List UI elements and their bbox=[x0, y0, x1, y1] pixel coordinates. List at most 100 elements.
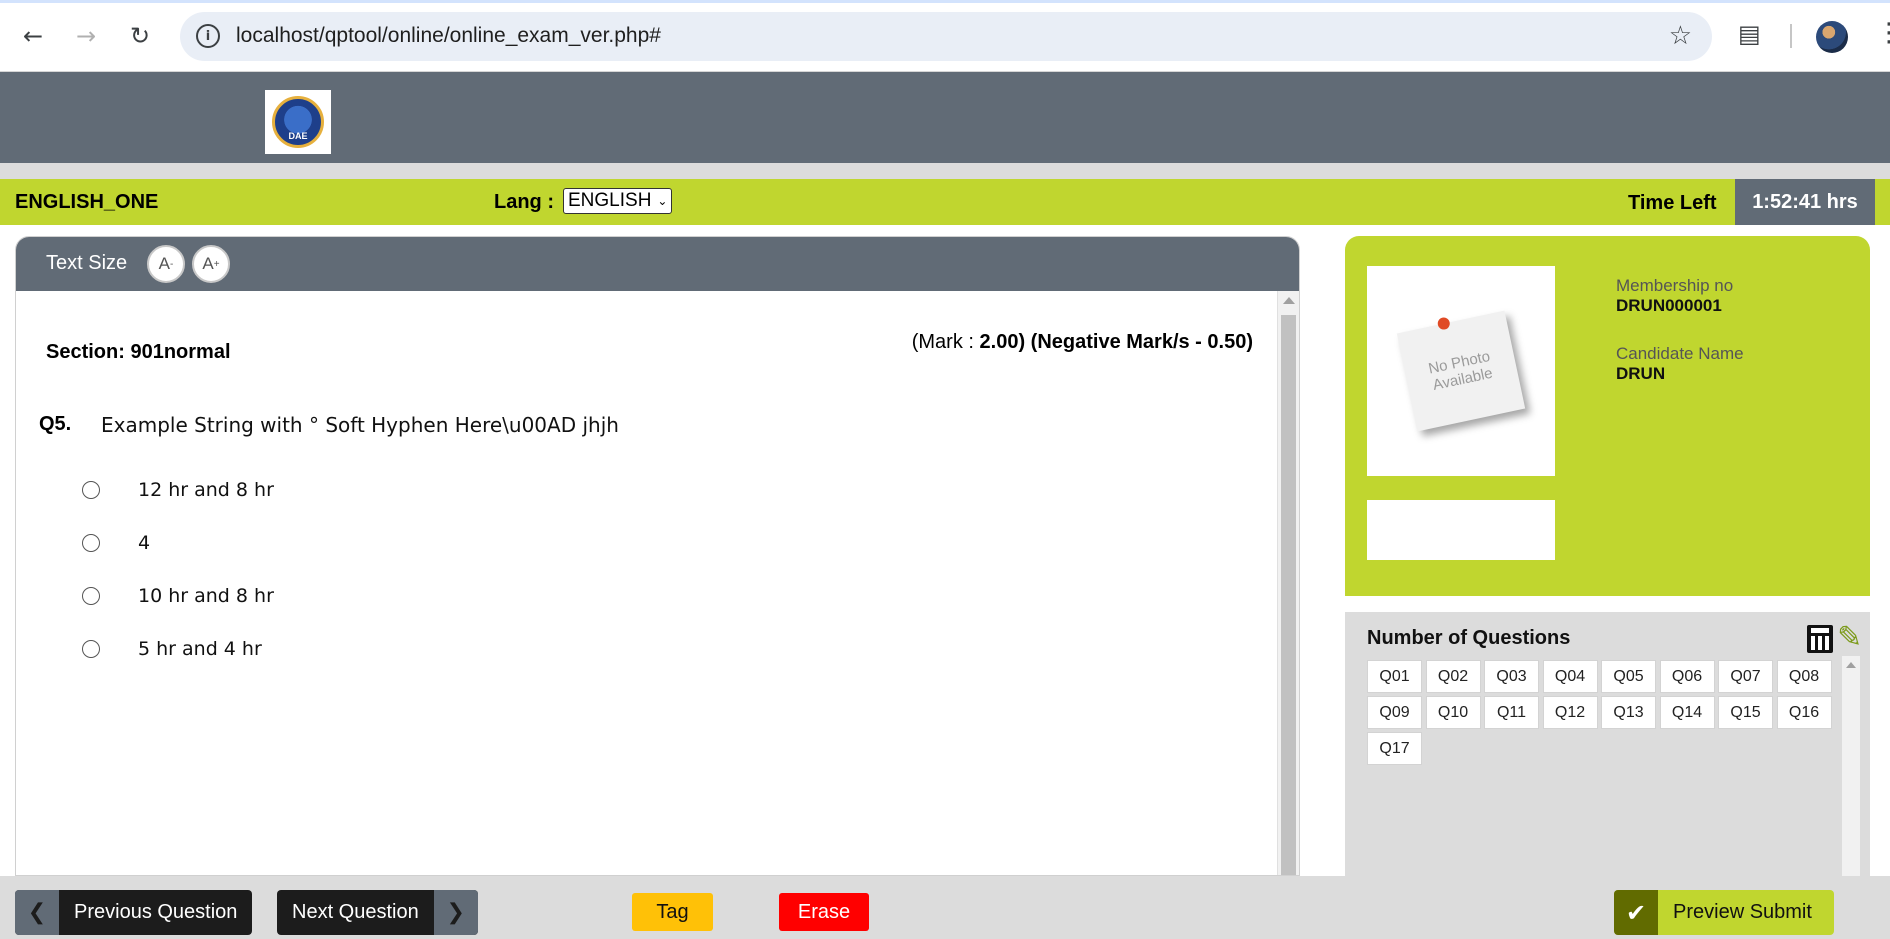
palette-title: Number of Questions bbox=[1367, 627, 1571, 649]
logo-text: DAE bbox=[288, 131, 308, 141]
candidate-panel: No Photo Available Membership no DRUN000… bbox=[1345, 236, 1870, 596]
candidate-name-label: Candidate Name bbox=[1616, 344, 1744, 363]
pencil-icon[interactable]: ✎ bbox=[1837, 620, 1862, 655]
lang-label: Lang : bbox=[494, 191, 554, 213]
question-button[interactable]: Q13 bbox=[1601, 696, 1656, 729]
membership-value: DRUN000001 bbox=[1616, 296, 1722, 315]
url-text[interactable]: localhost/qptool/online/online_exam_ver.… bbox=[236, 24, 661, 48]
previous-question-label: Previous Question bbox=[74, 901, 238, 923]
decrease-text-size-button[interactable]: A- bbox=[147, 245, 185, 283]
question-button[interactable]: Q17 bbox=[1367, 732, 1422, 765]
chevron-down-icon: ⌄ bbox=[657, 194, 668, 208]
no-photo-placeholder: No Photo Available bbox=[1396, 310, 1526, 432]
chevron-right-icon: ❯ bbox=[433, 890, 478, 935]
mark-prefix: (Mark : bbox=[911, 331, 980, 353]
question-button[interactable]: Q10 bbox=[1425, 696, 1481, 729]
question-button[interactable]: Q06 bbox=[1659, 660, 1715, 693]
candidate-photo: No Photo Available bbox=[1367, 266, 1555, 476]
time-left-value: 1:52:41 hrs bbox=[1735, 179, 1875, 225]
question-button[interactable]: Q12 bbox=[1542, 696, 1598, 729]
question-grid: Q01 Q02 Q03 Q04 Q05 Q06 Q07 Q08 Q09 Q10 … bbox=[1367, 660, 1837, 765]
increase-text-size-sign: + bbox=[213, 258, 220, 270]
calculator-icon[interactable] bbox=[1807, 625, 1833, 653]
more-menu-icon[interactable]: ⋮ bbox=[1876, 18, 1890, 48]
mark-value: 2.00) bbox=[979, 331, 1026, 353]
option-2[interactable]: 4 bbox=[82, 528, 150, 558]
question-body: Section: 901normal (Mark : 2.00) (Negati… bbox=[16, 291, 1278, 875]
question-button[interactable]: Q03 bbox=[1484, 660, 1539, 693]
increase-text-size-label: A bbox=[202, 254, 214, 273]
profile-avatar[interactable] bbox=[1816, 21, 1848, 53]
question-palette: Number of Questions ✎ Q01 Q02 Q03 Q04 Q0… bbox=[1345, 612, 1870, 876]
increase-text-size-button[interactable]: A + bbox=[192, 245, 230, 283]
question-panel: Text Size A- A + Section: 901normal (Mark… bbox=[15, 236, 1300, 876]
option-radio[interactable] bbox=[82, 640, 100, 658]
question-button[interactable]: Q01 bbox=[1367, 660, 1422, 693]
no-photo-text: No Photo Available bbox=[1426, 347, 1495, 394]
question-button[interactable]: Q16 bbox=[1776, 696, 1832, 729]
chevron-left-icon: ❮ bbox=[15, 890, 59, 935]
membership-label: Membership no bbox=[1616, 276, 1734, 295]
decrease-text-size-label: A bbox=[158, 254, 170, 273]
reload-icon[interactable]: ↻ bbox=[122, 18, 158, 54]
section-label: Section: 901normal bbox=[46, 341, 231, 363]
question-number: Q5. bbox=[39, 413, 72, 435]
preview-submit-label: Preview Submit bbox=[1673, 901, 1812, 923]
question-button[interactable]: Q05 bbox=[1601, 660, 1656, 693]
question-button[interactable]: Q14 bbox=[1659, 696, 1715, 729]
scroll-up-icon[interactable] bbox=[1283, 297, 1295, 304]
erase-button[interactable]: Erase bbox=[779, 893, 869, 931]
tab-strip-edge bbox=[0, 0, 1890, 3]
info-icon[interactable]: i bbox=[196, 24, 220, 48]
extensions-icon[interactable]: ▤ bbox=[1738, 20, 1766, 48]
text-size-label: Text Size bbox=[46, 252, 128, 274]
question-button[interactable]: Q07 bbox=[1718, 660, 1773, 693]
question-button[interactable]: Q04 bbox=[1542, 660, 1598, 693]
bottom-action-bar: ❮ Previous Question Next Question ❯ Tag … bbox=[0, 876, 1890, 939]
option-1[interactable]: 12 hr and 8 hr bbox=[82, 475, 274, 505]
tag-button[interactable]: Tag bbox=[632, 893, 713, 931]
header-divider bbox=[0, 163, 1890, 179]
star-icon[interactable]: ☆ bbox=[1669, 21, 1692, 51]
question-text: Example String with ° Soft Hyphen Here\u… bbox=[101, 413, 619, 437]
question-button[interactable]: Q02 bbox=[1425, 660, 1481, 693]
forward-icon[interactable]: → bbox=[68, 18, 104, 54]
question-button[interactable]: Q15 bbox=[1718, 696, 1773, 729]
site-header: DAE bbox=[0, 72, 1890, 163]
back-icon[interactable]: ← bbox=[15, 18, 51, 54]
exam-name: ENGLISH_ONE bbox=[15, 191, 159, 213]
question-scrollbar[interactable] bbox=[1277, 291, 1299, 875]
toolbar-separator bbox=[1790, 24, 1792, 48]
time-left-label: Time Left bbox=[1628, 192, 1717, 214]
question-button[interactable]: Q09 bbox=[1367, 696, 1422, 729]
option-text: 4 bbox=[138, 532, 151, 554]
dae-logo: DAE bbox=[265, 90, 331, 154]
negative-mark: (Negative Mark/s - 0.50) bbox=[1030, 331, 1253, 353]
question-button[interactable]: Q11 bbox=[1484, 696, 1539, 729]
option-text: 10 hr and 8 hr bbox=[138, 585, 274, 607]
palette-scrollbar[interactable] bbox=[1842, 656, 1860, 876]
candidate-signature bbox=[1367, 500, 1555, 560]
language-selected-value: ENGLISH bbox=[568, 190, 652, 211]
question-button[interactable]: Q08 bbox=[1776, 660, 1832, 693]
option-4[interactable]: 5 hr and 4 hr bbox=[82, 634, 262, 664]
language-select[interactable]: ENGLISH ⌄ bbox=[563, 188, 673, 214]
option-radio[interactable] bbox=[82, 481, 100, 499]
previous-question-button[interactable]: ❮ Previous Question bbox=[15, 890, 253, 935]
address-bar[interactable]: i localhost/qptool/online/online_exam_ve… bbox=[180, 12, 1712, 61]
option-radio[interactable] bbox=[82, 534, 100, 552]
question-panel-header: Text Size A- A + bbox=[16, 237, 1299, 291]
option-3[interactable]: 10 hr and 8 hr bbox=[82, 581, 274, 611]
preview-submit-button[interactable]: ✔ Preview Submit bbox=[1614, 890, 1834, 935]
next-question-button[interactable]: Next Question ❯ bbox=[277, 890, 478, 935]
option-radio[interactable] bbox=[82, 587, 100, 605]
option-text: 12 hr and 8 hr bbox=[138, 479, 274, 501]
decrease-text-size-sign: - bbox=[170, 258, 174, 270]
scroll-thumb[interactable] bbox=[1281, 315, 1296, 875]
mark-info: (Mark : 2.00) (Negative Mark/s - 0.50) bbox=[912, 331, 1253, 354]
next-question-label: Next Question bbox=[292, 901, 419, 923]
candidate-name-value: DRUN bbox=[1616, 364, 1666, 383]
exam-bar: ENGLISH_ONE Lang : ENGLISH ⌄ Time Left 1… bbox=[0, 179, 1890, 225]
scroll-up-icon[interactable] bbox=[1846, 662, 1856, 668]
logo-emblem: DAE bbox=[272, 96, 324, 148]
